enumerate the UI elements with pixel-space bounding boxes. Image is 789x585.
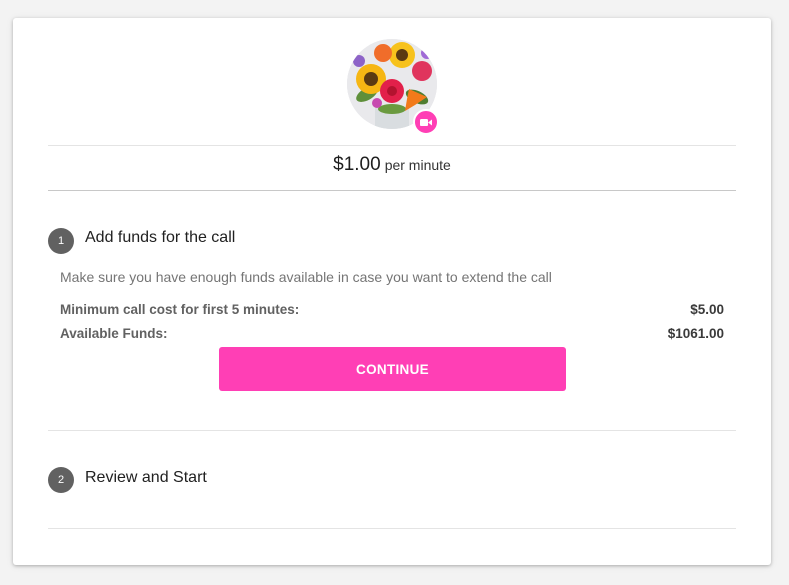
price-per-minute: $1.00 per minute: [13, 154, 771, 176]
divider: [48, 528, 736, 529]
step-2-title[interactable]: Review and Start: [85, 469, 207, 487]
step-1-title: Add funds for the call: [85, 229, 236, 246]
min-cost-value: $5.00: [690, 302, 724, 317]
funds-hint-text: Make sure you have enough funds availabl…: [60, 269, 552, 285]
divider: [48, 145, 736, 146]
video-camera-icon: [413, 109, 439, 135]
price-unit: per minute: [384, 157, 451, 173]
divider: [48, 430, 736, 431]
continue-button[interactable]: CONTINUE: [219, 347, 566, 391]
min-cost-label: Minimum call cost for first 5 minutes:: [60, 302, 300, 317]
available-funds-value: $1061.00: [667, 326, 724, 341]
available-funds-label: Available Funds:: [60, 326, 168, 341]
call-setup-card: $1.00 per minute 1 Add funds for the call…: [13, 18, 771, 565]
price-amount: $1.00: [333, 154, 381, 175]
step-1-number-badge: 1: [48, 228, 74, 254]
profile-avatar: [347, 39, 439, 135]
divider: [48, 190, 736, 191]
step-2-number-badge: 2: [48, 467, 74, 493]
